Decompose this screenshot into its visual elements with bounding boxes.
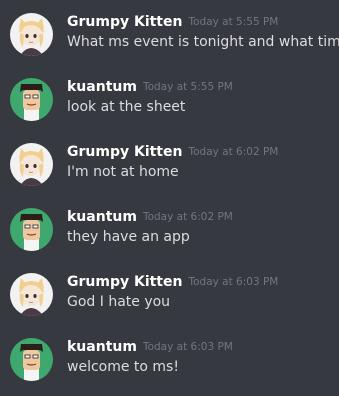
message-group: kuantum Today at 5:55 PM look at the shee… bbox=[0, 76, 339, 136]
message-header: Grumpy Kitten Today at 6:02 PM bbox=[67, 141, 279, 160]
grumpy-kitten-avatar-icon bbox=[10, 13, 53, 56]
avatar[interactable] bbox=[10, 78, 53, 121]
message-header: Grumpy Kitten Today at 6:03 PM bbox=[67, 271, 279, 290]
message-group: Grumpy Kitten Today at 5:55 PM What ms ev… bbox=[0, 11, 339, 71]
username[interactable]: kuantum bbox=[67, 339, 137, 355]
username[interactable]: kuantum bbox=[67, 209, 137, 225]
avatar[interactable] bbox=[10, 208, 53, 251]
message-group: Grumpy Kitten Today at 6:03 PM God I hate… bbox=[0, 271, 339, 331]
username[interactable]: Grumpy Kitten bbox=[67, 14, 182, 30]
kuantum-avatar-icon bbox=[10, 208, 53, 251]
timestamp: Today at 6:02 PM bbox=[142, 211, 233, 223]
message-text: I'm not at home bbox=[67, 164, 179, 180]
message-text: they have an app bbox=[67, 229, 190, 245]
message-header: Grumpy Kitten Today at 5:55 PM bbox=[67, 11, 279, 30]
avatar[interactable] bbox=[10, 13, 53, 56]
message-text: God I hate you bbox=[67, 294, 171, 310]
timestamp: Today at 5:55 PM bbox=[142, 81, 233, 93]
kuantum-avatar-icon bbox=[10, 338, 53, 381]
grumpy-kitten-avatar-icon bbox=[10, 273, 53, 316]
message-text: What ms event is tonight and what time bbox=[67, 34, 339, 50]
username[interactable]: Grumpy Kitten bbox=[67, 144, 182, 160]
username[interactable]: Grumpy Kitten bbox=[67, 274, 182, 290]
message-group: kuantum Today at 6:02 PM they have an app bbox=[0, 206, 339, 266]
avatar[interactable] bbox=[10, 143, 53, 186]
grumpy-kitten-avatar-icon bbox=[10, 143, 53, 186]
message-header: kuantum Today at 6:02 PM bbox=[67, 206, 233, 225]
message-header: kuantum Today at 6:03 PM bbox=[67, 336, 233, 355]
message-group: kuantum Today at 6:03 PM welcome to ms! bbox=[0, 336, 339, 396]
username[interactable]: kuantum bbox=[67, 79, 137, 95]
message-group: Grumpy Kitten Today at 6:02 PM I'm not at… bbox=[0, 141, 339, 201]
message-header: kuantum Today at 5:55 PM bbox=[67, 76, 233, 95]
avatar[interactable] bbox=[10, 338, 53, 381]
timestamp: Today at 6:03 PM bbox=[142, 341, 233, 353]
message-text: welcome to ms! bbox=[67, 359, 179, 375]
timestamp: Today at 6:02 PM bbox=[188, 146, 279, 158]
kuantum-avatar-icon bbox=[10, 78, 53, 121]
avatar[interactable] bbox=[10, 273, 53, 316]
message-text: look at the sheet bbox=[67, 99, 186, 115]
timestamp: Today at 6:03 PM bbox=[188, 276, 279, 288]
chat-messages: Grumpy Kitten Today at 5:55 PM What ms ev… bbox=[0, 0, 339, 389]
timestamp: Today at 5:55 PM bbox=[188, 16, 279, 28]
